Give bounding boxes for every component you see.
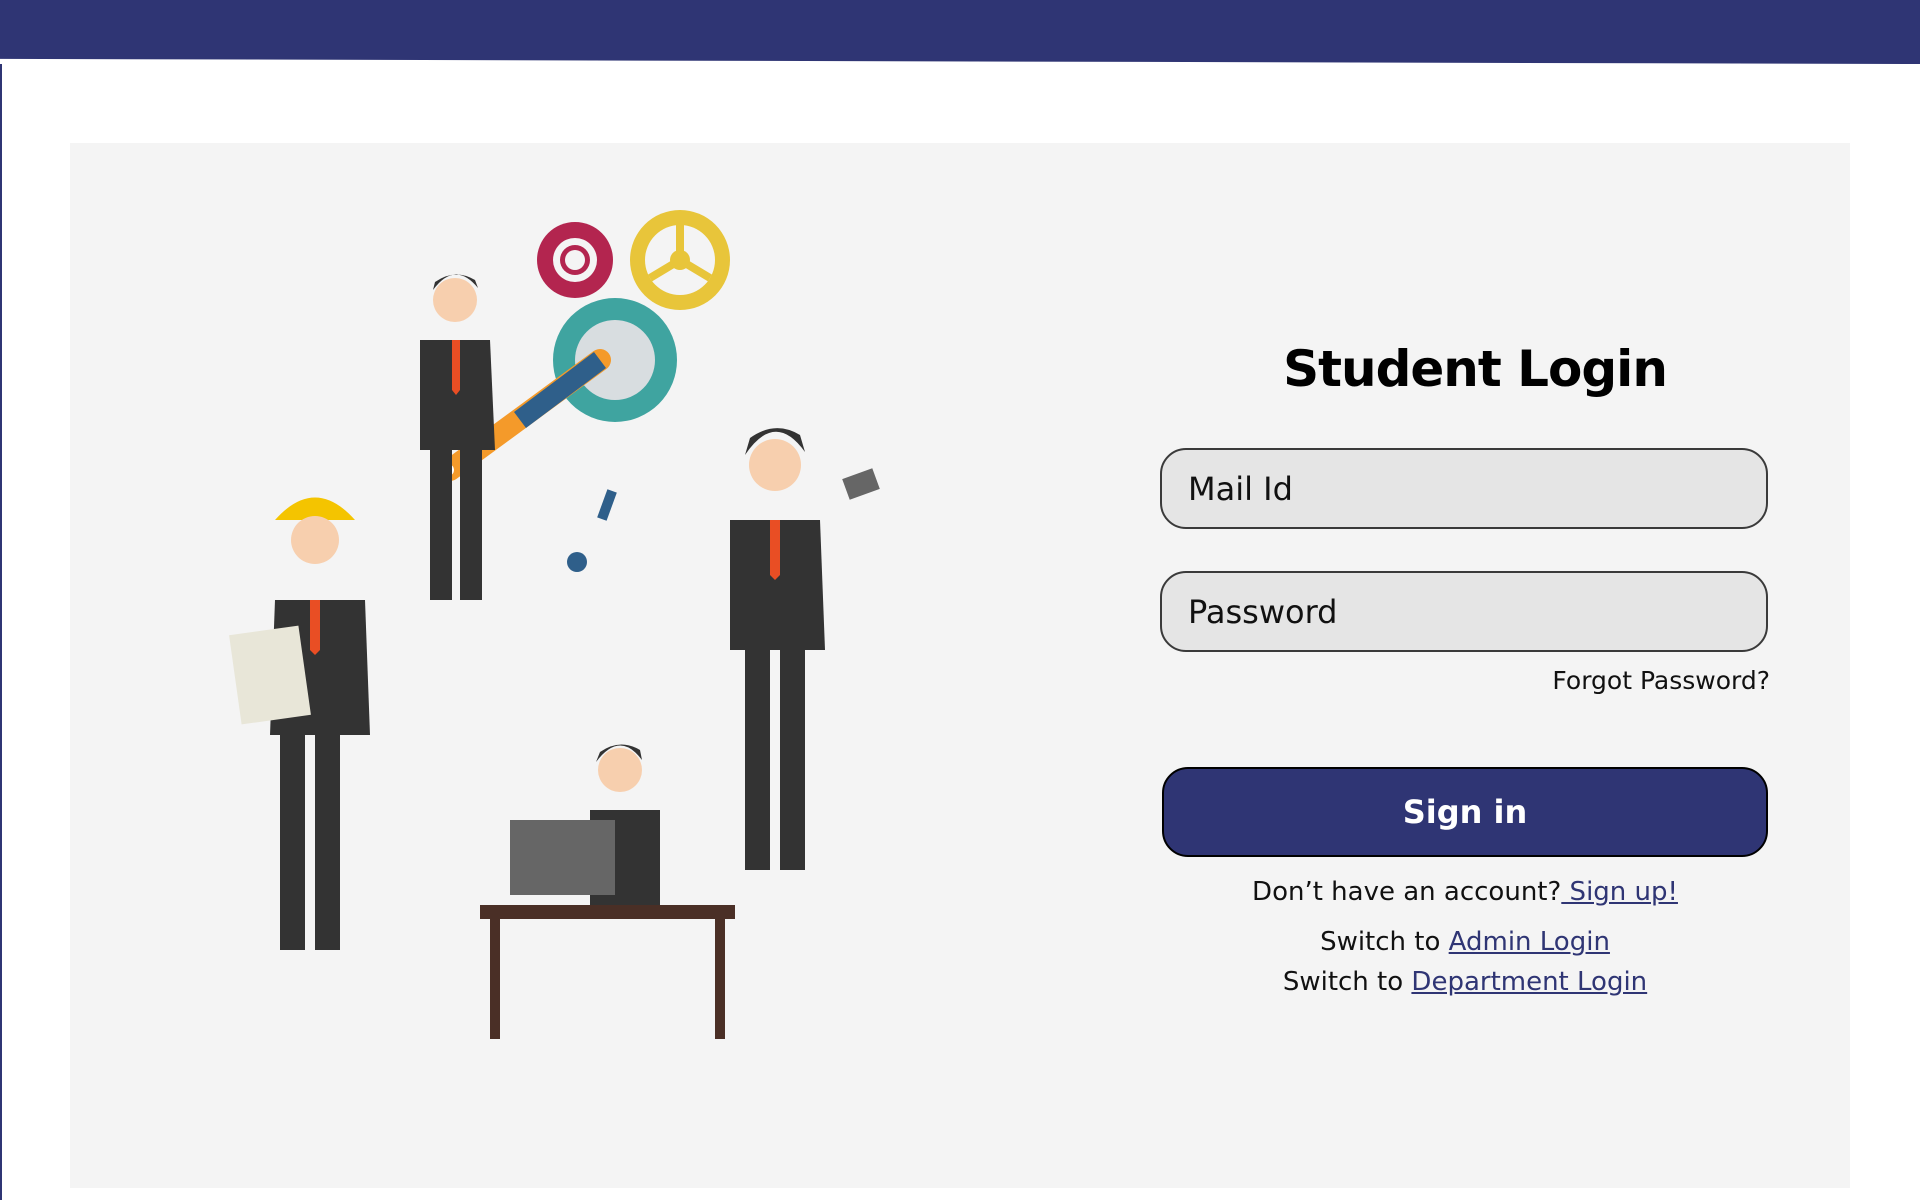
worker-at-desk: [480, 744, 735, 1039]
admin-login-link[interactable]: Admin Login: [1449, 927, 1610, 957]
department-switch-line: Switch to Department Login: [1160, 967, 1770, 997]
forgot-password-link[interactable]: Forgot Password?: [1160, 666, 1770, 695]
office-workers-illustration: [229, 210, 880, 1039]
top-header-bar: [0, 0, 1920, 64]
red-gear-icon: [537, 222, 613, 298]
worker-with-wrench: [420, 274, 495, 600]
page-title: Student Login: [1283, 340, 1668, 398]
no-account-text: Don’t have an account?: [1252, 877, 1562, 907]
worker-with-hardhat: [229, 497, 370, 950]
teal-gear-icon: [553, 298, 677, 422]
left-border: [0, 64, 2, 1200]
login-form: Student Login Forgot Password? Sign in D…: [1160, 340, 1770, 997]
admin-switch-line: Switch to Admin Login: [1160, 927, 1770, 957]
switch-admin-text: Switch to: [1320, 927, 1449, 957]
sign-in-button[interactable]: Sign in: [1162, 767, 1768, 857]
switch-department-text: Switch to: [1282, 967, 1412, 997]
yellow-gear-icon: [630, 210, 730, 310]
screw-icon: [567, 489, 617, 572]
mail-id-input[interactable]: [1160, 448, 1768, 529]
department-login-link[interactable]: Department Login: [1411, 967, 1647, 997]
password-input[interactable]: [1160, 571, 1768, 652]
signup-prompt: Don’t have an account? Sign up!: [1160, 877, 1770, 907]
signup-link[interactable]: Sign up!: [1561, 877, 1678, 907]
worker-with-card: [730, 428, 880, 870]
